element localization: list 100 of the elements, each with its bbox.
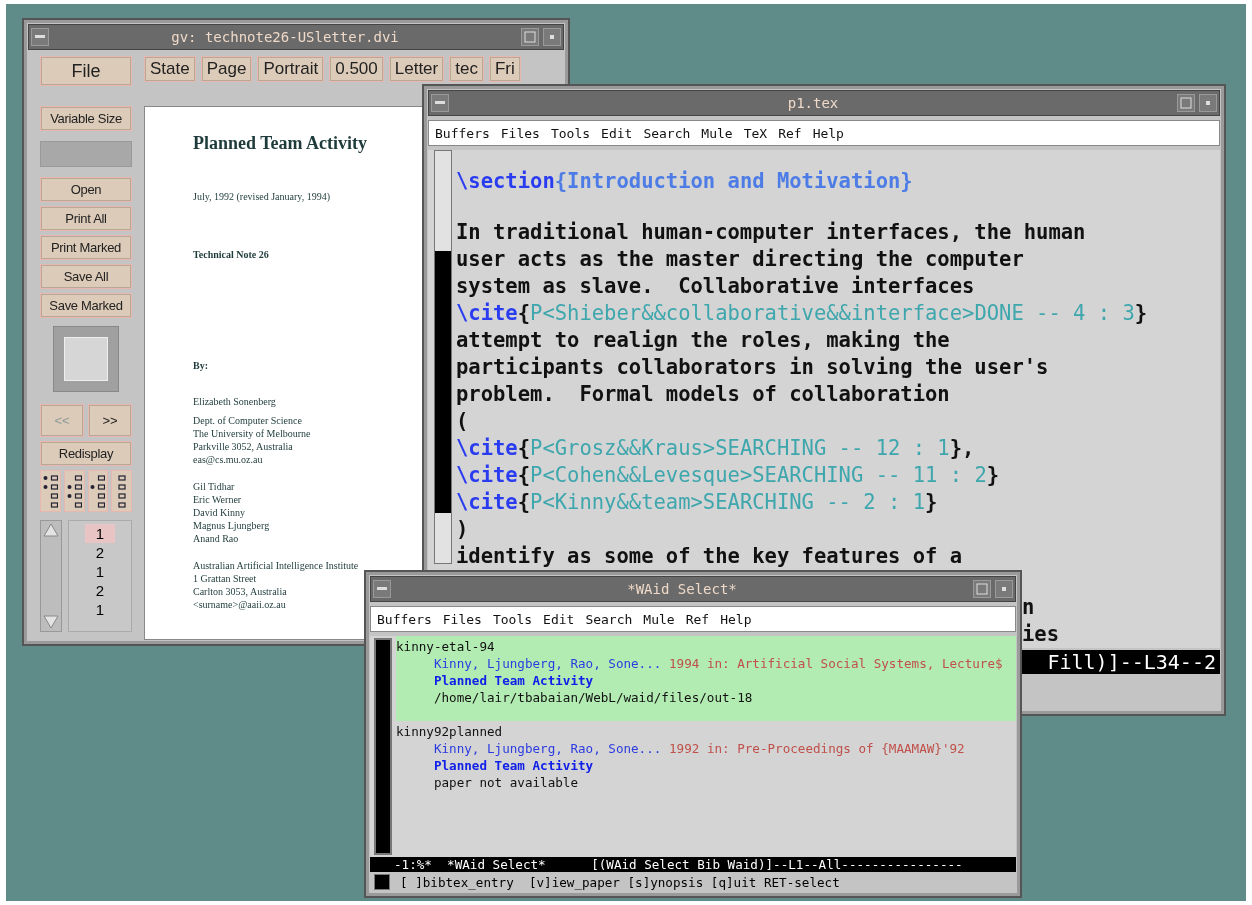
window-title: *WAid Select* <box>626 581 738 597</box>
code-line: ) <box>456 516 470 543</box>
menu-item[interactable]: Ref <box>778 125 802 141</box>
menu-item[interactable]: Edit <box>601 125 633 141</box>
page-marks-icon <box>42 474 58 508</box>
maximize-button[interactable] <box>973 580 991 598</box>
menu-item[interactable]: TeX <box>743 125 768 141</box>
author-text: David Kinny <box>193 506 245 519</box>
mark-pages-button[interactable] <box>63 470 85 512</box>
page-marks-icon <box>66 474 82 508</box>
title-bar[interactable]: p1.tex <box>428 90 1220 116</box>
scroll-down-icon[interactable] <box>43 615 59 629</box>
size-button[interactable]: Variable Size <box>40 106 132 131</box>
window-menu-button[interactable] <box>31 28 49 46</box>
menu-item[interactable]: Buffers <box>377 611 432 627</box>
maximize-button[interactable] <box>521 28 539 46</box>
page-marks-icon <box>117 474 126 508</box>
action-button[interactable]: Save All <box>40 264 132 289</box>
entry-authors: Kinny, Ljungberg, Rao, Sone... <box>433 656 662 671</box>
menu-item[interactable]: Files <box>442 611 482 627</box>
entry-authors: Kinny, Ljungberg, Rao, Sone... <box>433 741 662 756</box>
toolbar-menu-button[interactable]: tec <box>449 56 484 82</box>
action-button[interactable]: Print All <box>40 206 132 231</box>
code-line: identify as some of the key features of a <box>456 543 964 570</box>
window-menu-button[interactable] <box>431 94 449 112</box>
menu-item[interactable]: Tools <box>492 611 533 627</box>
entry-location: paper not available <box>432 774 579 791</box>
toolbar-menu-button[interactable]: Letter <box>388 56 445 82</box>
menu-item[interactable]: Ref <box>685 611 710 627</box>
page-list-item[interactable]: 2 <box>85 581 115 600</box>
entry-title: Planned Team Activity <box>432 672 595 689</box>
page-list-item[interactable]: 1 <box>85 600 115 619</box>
minus-icon <box>377 587 387 591</box>
author-text: Gil Tidhar <box>193 480 235 493</box>
minimize-button[interactable] <box>543 28 561 46</box>
minimize-button[interactable] <box>1199 94 1217 112</box>
code-line: system as slave. Collaborative interfaces <box>456 273 976 300</box>
title-bar[interactable]: *WAid Select* <box>370 576 1016 602</box>
menu-item[interactable]: Help <box>720 611 752 627</box>
author-text: eas@cs.mu.oz.au <box>193 453 263 466</box>
scrollbar[interactable] <box>434 150 452 564</box>
mark-pages-button[interactable] <box>87 470 109 512</box>
title-bar[interactable]: gv: technote26-USletter.dvi <box>28 24 564 50</box>
window-title: p1.tex <box>786 95 840 111</box>
window-menu-button[interactable] <box>373 580 391 598</box>
author-text: Elizabeth Sonenberg <box>193 395 276 408</box>
code-line: In traditional human-computer interfaces, the human <box>456 219 1087 246</box>
toolbar-menu-button[interactable]: State <box>144 56 196 82</box>
entry-key: kinny92planned <box>396 723 1016 740</box>
code-line: \section{Introduction and Motivation} <box>456 168 914 195</box>
scroll-thumb[interactable] <box>435 251 451 513</box>
author-text: Australian Artificial Intelligence Institute <box>193 559 359 572</box>
file-menu-button[interactable]: File <box>40 56 132 86</box>
author-text: <surname>@aaii.oz.au <box>193 598 286 611</box>
author-text: 1 Grattan Street <box>193 572 257 585</box>
menu-item[interactable]: Mule <box>701 125 733 141</box>
square-icon <box>1180 97 1192 109</box>
menu-item[interactable]: Help <box>812 125 844 141</box>
menu-item[interactable]: Buffers <box>435 125 490 141</box>
panner[interactable] <box>53 326 119 392</box>
action-button[interactable]: Save Marked <box>40 293 132 318</box>
toolbar-menu-button[interactable]: Page <box>200 56 253 82</box>
minus-icon <box>35 35 45 39</box>
action-button[interactable]: Open <box>40 177 132 202</box>
minimize-button[interactable] <box>995 580 1013 598</box>
code-line: problem. Formal models of collaboration <box>456 381 951 408</box>
mark-pages-button[interactable] <box>40 470 61 512</box>
redisplay-button[interactable]: Redisplay <box>40 441 132 466</box>
code-line: ( <box>456 408 470 435</box>
menu-item[interactable]: Search <box>643 125 691 141</box>
bib-entry[interactable]: kinny92planned Kinny, Ljungberg, Rao, Sone... 1992 in: Pre-Proceedings of {MAAMAW}'92 Planned Team Activity paper not available <box>396 721 1016 806</box>
action-button[interactable]: Print Marked <box>40 235 132 260</box>
toolbar-menu-button[interactable]: 0.500 <box>329 56 384 82</box>
scrollbar[interactable] <box>374 638 392 855</box>
page-marks-icon <box>90 474 106 508</box>
code-line: \cite{P<Kinny&&team>SEARCHING -- 2 : 1} <box>456 489 939 516</box>
code-line: \cite{P<Grosz&&Kraus>SEARCHING -- 12 : 1}, <box>456 435 976 462</box>
author-text: Anand Rao <box>193 532 239 545</box>
page-nav-button[interactable]: >> <box>88 404 132 437</box>
toolbar-menu-button[interactable]: Fri <box>488 56 521 82</box>
scrollbar[interactable] <box>40 520 62 632</box>
code-line: attempt to realign the roles, making the <box>456 327 951 354</box>
code-line: \cite{P<Cohen&&Levesque>SEARCHING -- 11 : 2} <box>456 462 1001 489</box>
minibuffer-icon <box>374 874 390 890</box>
toolbar-menu-button[interactable]: Portrait <box>257 56 325 82</box>
bib-entry[interactable]: kinny-etal-94 Kinny, Ljungberg, Rao, Sone... 1994 in: Artificial Social Systems, Lecture$ Planned Team Activity /home/lair/tbabaian/WebL/waid/files/out-18 <box>396 636 1016 721</box>
menu-item[interactable]: Search <box>585 611 633 627</box>
menu-item[interactable]: Mule <box>643 611 675 627</box>
page-list-item[interactable]: 2 <box>85 543 115 562</box>
author-text: The University of Melbourne <box>193 427 311 440</box>
entry-venue: 1992 in: Pre-Proceedings of {MAAMAW}'92 <box>668 741 965 756</box>
menu-item[interactable]: Edit <box>543 611 575 627</box>
scroll-up-icon[interactable] <box>43 523 59 537</box>
maximize-button[interactable] <box>1177 94 1195 112</box>
author-text: Magnus Ljungberg <box>193 519 270 532</box>
code-line: \cite{P<Shieber&&collaborative&&interface>DONE -- 4 : 3} <box>456 300 1149 327</box>
page-list-item[interactable]: 1 <box>85 562 115 581</box>
menu-item[interactable]: Tools <box>550 125 591 141</box>
menu-item[interactable]: Files <box>500 125 540 141</box>
page-list-item[interactable]: 1 <box>85 524 115 543</box>
